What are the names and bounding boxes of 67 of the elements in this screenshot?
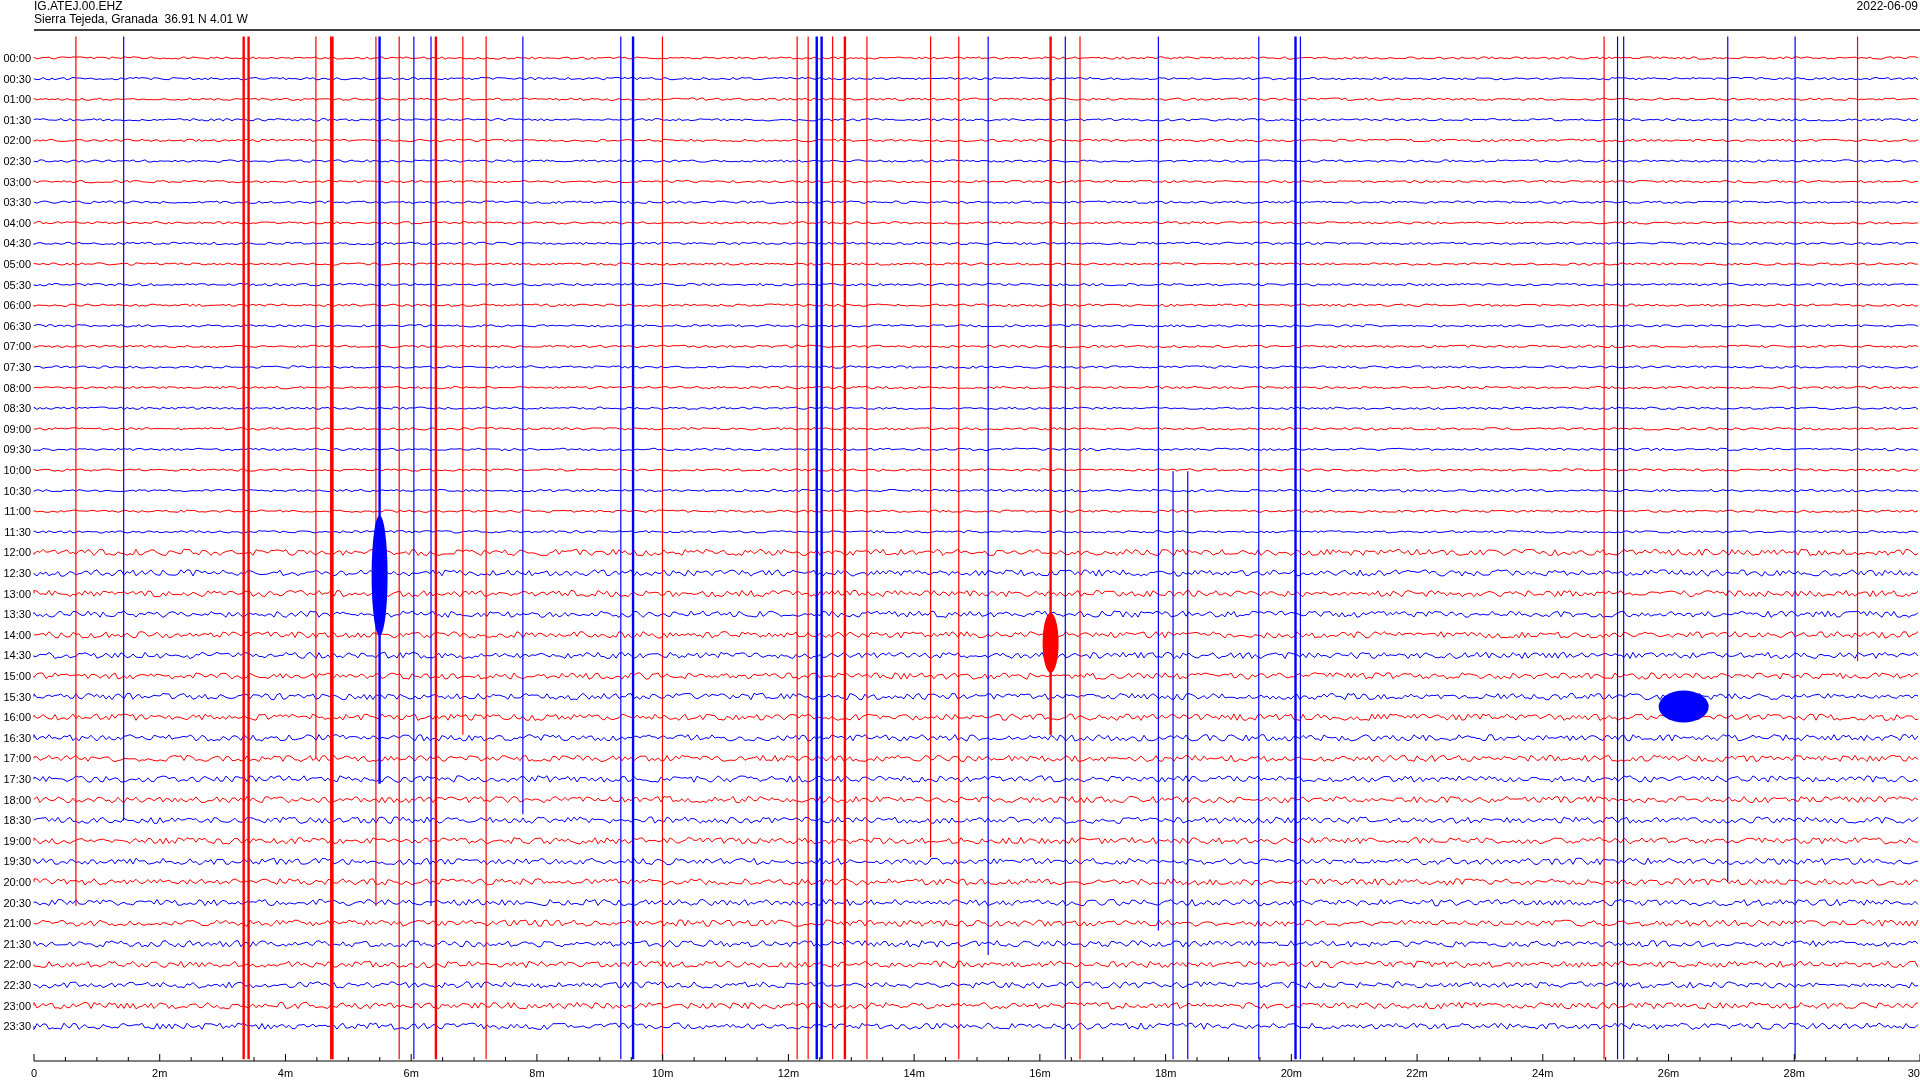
row-time-label: 20:00 (3, 876, 31, 888)
row-time-label: 11:30 (4, 525, 31, 538)
axis-tick-label: 8m (529, 1067, 545, 1079)
row-time-label: 16:00 (3, 711, 31, 724)
axis-tick-label: 20m (1280, 1067, 1303, 1079)
row-time-label: 17:00 (3, 752, 31, 765)
row-time-label: 05:00 (3, 258, 31, 270)
row-time-label: 07:00 (3, 340, 31, 353)
axis-tick-label: 2m (152, 1067, 168, 1079)
row-time-label: 14:30 (3, 649, 31, 662)
row-time-label: 11:00 (4, 505, 31, 518)
row-time-label: 23:30 (3, 1020, 31, 1033)
station-location: Sierra Tejeda, Granada 36.91 N 4.01 W (34, 12, 248, 26)
row-time-label: 22:00 (3, 958, 31, 971)
axis-tick-label: 10m (651, 1067, 674, 1079)
axis-tick-label: 12m (777, 1067, 800, 1079)
row-time-label: 21:00 (3, 917, 31, 930)
axis-tick-label: 6m (403, 1067, 419, 1079)
axis-tick-label: 4m (277, 1067, 294, 1079)
row-time-label: 01:00 (3, 93, 31, 106)
axis-tick-label: 16m (1029, 1067, 1051, 1079)
row-time-label: 19:00 (3, 834, 31, 847)
row-time-label: 00:00 (3, 52, 31, 64)
row-time-label: 09:00 (3, 422, 31, 435)
row-time-label: 21:30 (3, 937, 31, 950)
row-time-label: 06:00 (3, 299, 31, 312)
axis-tick-label: 26m (1657, 1067, 1680, 1079)
row-time-label: 08:30 (3, 402, 31, 415)
station-code: IG.ATEJ.00.EHZ (34, 0, 123, 13)
row-time-label: 03:00 (3, 175, 31, 188)
row-time-label: 03:30 (3, 196, 31, 209)
row-time-label: 10:00 (3, 464, 31, 476)
row-time-label: 05:30 (3, 278, 31, 291)
row-time-label: 02:00 (3, 134, 31, 147)
axis-tick-label: 24m (1532, 1067, 1554, 1079)
row-time-label: 22:30 (3, 979, 31, 991)
row-time-label: 04:00 (3, 216, 31, 229)
row-time-label: 17:30 (3, 773, 31, 785)
row-time-label: 13:00 (3, 587, 31, 600)
row-time-label: 01:30 (3, 113, 31, 126)
row-time-label: 10:30 (3, 484, 31, 497)
row-time-label: 06:30 (3, 319, 31, 332)
row-time-label: 23:00 (3, 999, 31, 1012)
row-time-label: 12:00 (3, 546, 31, 559)
row-time-label: 13:30 (3, 608, 31, 621)
axis-tick-label: 22m (1406, 1067, 1428, 1079)
row-time-label: 08:00 (3, 381, 31, 394)
row-time-label: 18:30 (3, 814, 31, 827)
axis-tick-label: 18m (1154, 1067, 1177, 1079)
row-time-label: 07:30 (3, 361, 31, 373)
row-time-label: 02:30 (3, 155, 31, 167)
axis-tick-label: 28m (1783, 1067, 1805, 1079)
row-time-label: 19:30 (3, 855, 31, 868)
row-time-label: 14:00 (3, 628, 31, 641)
plot-date: 2022-06-09 (1856, 0, 1918, 13)
axis-tick-label: 0 (30, 1067, 38, 1079)
row-time-label: 12:30 (3, 567, 31, 579)
row-time-label: 04:30 (3, 237, 31, 250)
row-time-label: 15:00 (3, 670, 31, 682)
axis-tick-label: 30 (1907, 1067, 1920, 1079)
row-time-label: 15:30 (3, 690, 31, 703)
axis-tick-label: 14m (903, 1067, 925, 1079)
row-time-label: 20:30 (3, 896, 31, 909)
row-time-label: 09:30 (3, 443, 31, 456)
row-time-label: 16:30 (3, 731, 31, 744)
row-time-label: 18:00 (3, 793, 31, 806)
row-time-label: 00:30 (3, 72, 31, 85)
